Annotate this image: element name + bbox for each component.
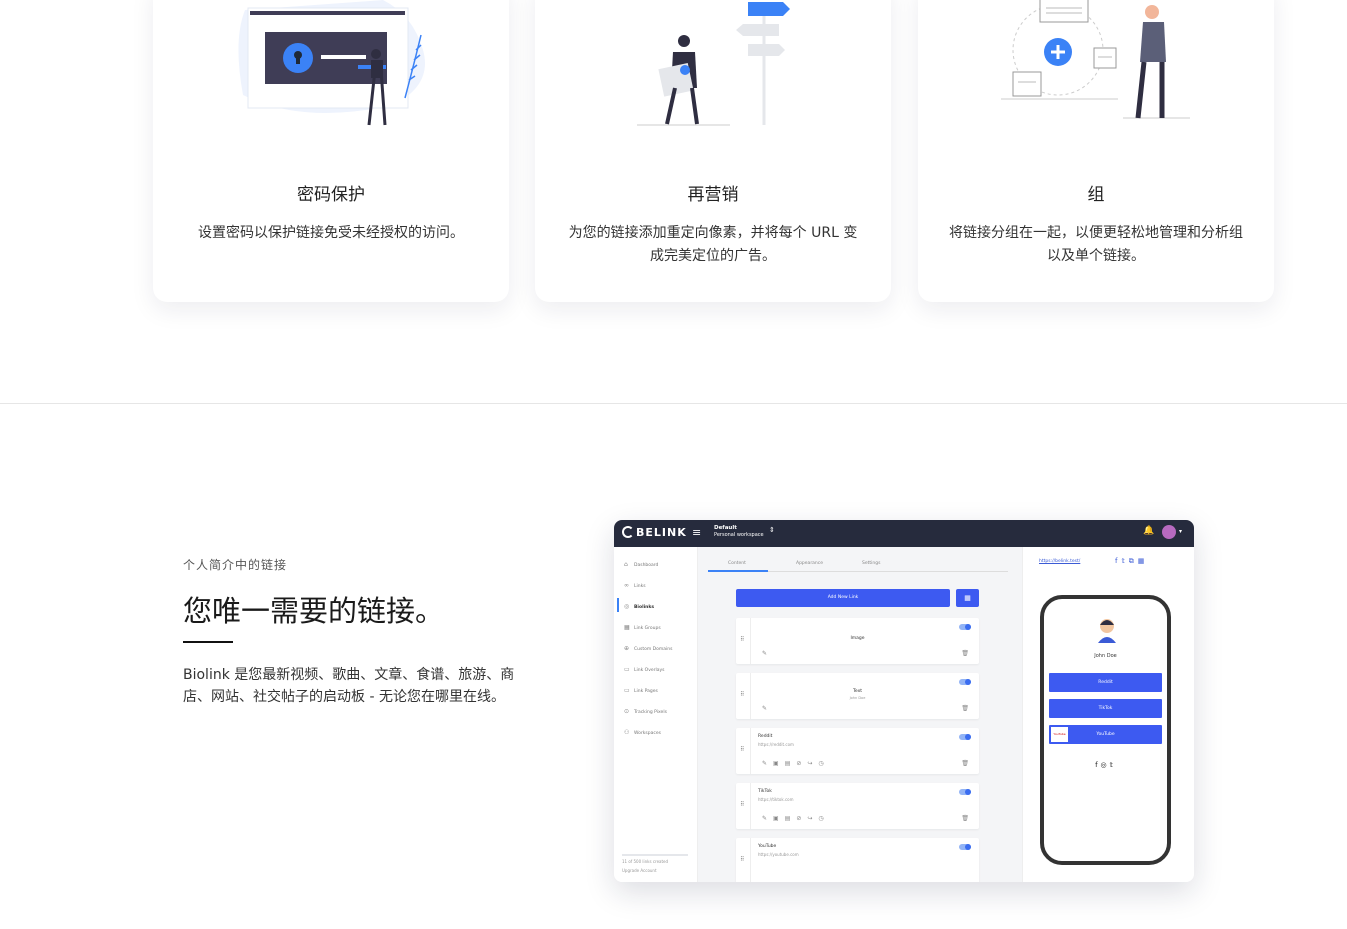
link-card-reddit[interactable]: ⠿ Reddit https://reddit.com ✎▣▤⊘↪◷ 🗑 (736, 728, 979, 774)
app-topbar: BELINK ≡ Default Personal workspace ⇕ 🔔 ▾ (614, 520, 1194, 547)
link-toggle[interactable] (959, 734, 971, 740)
drag-handle-icon[interactable]: ⠿ (740, 691, 744, 698)
link-toggle[interactable] (959, 789, 971, 795)
feature-title: 再营销 (687, 185, 739, 205)
feature-description: 为您的链接添加重定向像素，并将每个 URL 变成完美定位的广告。 (568, 225, 858, 264)
sidebar-item-link-pages[interactable]: ▭ Link Pages (624, 687, 658, 694)
preview-url[interactable]: https://belink.test/ (1039, 559, 1080, 564)
sidebar-item-biolinks[interactable]: ◎ Biolinks (624, 603, 654, 610)
link-toggle[interactable] (959, 844, 971, 850)
link-card-youtube[interactable]: ⠿ YouTube https://youtube.com (736, 838, 979, 882)
sidebar-footer: 11 of 500 links created Upgrade Account (622, 859, 669, 875)
app-main: Content Appearance Settings Add New Link… (698, 547, 1022, 882)
phone-preview: John Doe Reddit TikTok YouTube YouTube f… (1040, 595, 1171, 865)
chevron-down-icon: ▾ (1179, 528, 1183, 535)
chevron-updown-icon: ⇕ (769, 526, 775, 534)
trash-icon[interactable]: 🗑 (961, 760, 969, 767)
trash-icon[interactable]: 🗑 (961, 650, 969, 657)
globe-icon: ⊕ (624, 645, 630, 652)
feature-description: 将链接分组在一起，以便更轻松地管理和分析组以及单个链接。 (949, 225, 1243, 264)
profile-social-icons[interactable]: f◎𝕥 (1044, 761, 1167, 769)
signpost-illustration (637, 2, 790, 126)
preview-button-youtube[interactable]: YouTube YouTube (1049, 725, 1162, 744)
feature-title: 组 (1087, 185, 1105, 205)
layers-icon: ▭ (624, 666, 630, 673)
preview-button-tiktok[interactable]: TikTok (1049, 699, 1162, 718)
usage-progress (622, 854, 688, 856)
upgrade-link[interactable]: Upgrade Account (622, 866, 668, 875)
grid-icon: ▦ (624, 624, 630, 631)
sidebar-item-dashboard[interactable]: ⌂ Dashboard (624, 561, 658, 568)
app-sidebar: ⌂ Dashboard ∞ Links ◎ Biolinks ▦ Link Groups… (614, 547, 698, 882)
feature-title: 密码保护 (297, 185, 365, 205)
tab-content[interactable]: Content (728, 561, 746, 566)
active-tab-indicator (708, 570, 768, 572)
password-illustration (238, 0, 425, 126)
link-tools[interactable]: ✎▣▤⊘↪◷ (762, 815, 830, 822)
trash-icon[interactable]: 🗑 (961, 815, 969, 822)
edit-icon[interactable]: ✎ (762, 705, 773, 712)
bell-icon[interactable]: 🔔 (1143, 526, 1154, 536)
link-icon: ∞ (624, 582, 629, 589)
sidebar-item-custom-domains[interactable]: ⊕ Custom Domains (624, 645, 672, 652)
home-icon: ⌂ (624, 561, 628, 568)
page-icon: ▭ (624, 687, 630, 694)
groups-illustration (1001, 0, 1190, 119)
section-eyebrow: 个人简介中的链接 (183, 558, 288, 572)
feature-card-password: 密码保护 设置密码以保护链接免受未经授权的访问。 (153, 0, 509, 302)
logo-icon (622, 526, 634, 538)
drag-handle-icon[interactable]: ⠿ (740, 746, 744, 753)
trash-icon[interactable]: 🗑 (961, 705, 969, 712)
drag-handle-icon[interactable]: ⠿ (740, 801, 744, 808)
link-card-image[interactable]: ⠿ Image ✎ 🗑 (736, 618, 979, 664)
avatar[interactable] (1162, 525, 1176, 539)
preview-button-reddit[interactable]: Reddit (1049, 673, 1162, 692)
sidebar-item-links[interactable]: ∞ Links (624, 582, 646, 589)
active-indicator (617, 598, 619, 612)
preview-panel: https://belink.test/ f𝕥⧉▦ John Doe Reddi… (1022, 547, 1194, 882)
feature-card-retargeting: 再营销 为您的链接添加重定向像素，并将每个 URL 变成完美定位的广告。 (535, 0, 891, 302)
app-logo: BELINK (622, 526, 687, 539)
qr-code-button[interactable]: ▦ (956, 589, 979, 607)
youtube-thumbnail: YouTube (1051, 727, 1068, 742)
link-toggle[interactable] (959, 679, 971, 685)
sidebar-item-link-groups[interactable]: ▦ Link Groups (624, 624, 661, 631)
section-divider (0, 403, 1347, 404)
workspace-switcher[interactable]: Default Personal workspace (714, 525, 764, 539)
add-new-link-button[interactable]: Add New Link (736, 589, 950, 607)
drag-handle-icon[interactable]: ⠿ (740, 636, 744, 643)
hamburger-icon[interactable]: ≡ (692, 526, 701, 539)
app-screenshot: BELINK ≡ Default Personal workspace ⇕ 🔔 ▾… (614, 520, 1194, 882)
feature-description: 设置密码以保护链接免受未经授权的访问。 (198, 225, 464, 241)
heading-underline (183, 641, 233, 643)
sidebar-item-tracking-pixels[interactable]: ⊙ Tracking Pixels (624, 708, 667, 715)
tab-appearance[interactable]: Appearance (796, 561, 823, 566)
drag-handle-icon[interactable]: ⠿ (740, 856, 744, 863)
edit-icon[interactable]: ✎ (762, 650, 773, 657)
instagram-icon: ◎ (624, 603, 630, 610)
link-card-tiktok[interactable]: ⠿ TikTok https://tiktok.com ✎▣▤⊘↪◷ 🗑 (736, 783, 979, 829)
feature-card-groups: 组 将链接分组在一起，以便更轻松地管理和分析组以及单个链接。 (918, 0, 1274, 302)
link-tools[interactable]: ✎▣▤⊘↪◷ (762, 760, 830, 767)
link-toggle[interactable] (959, 624, 971, 630)
link-card-text[interactable]: ⠿ Text John Doe ✎ 🗑 (736, 673, 979, 719)
section-paragraph: Biolink 是您最新视频、歌曲、文章、食谱、旅游、商店、网站、社交帖子的启动… (183, 667, 515, 705)
sidebar-item-link-overlays[interactable]: ▭ Link Overlays (624, 666, 665, 673)
users-icon: ⚇ (624, 729, 630, 736)
profile-name: John Doe (1094, 653, 1117, 659)
share-icons[interactable]: f𝕥⧉▦ (1115, 557, 1148, 566)
section-heading: 您唯一需要的链接。 (183, 594, 445, 628)
tab-settings[interactable]: Settings (862, 561, 880, 566)
sidebar-item-workspaces[interactable]: ⚇ Workspaces (624, 729, 661, 736)
pin-icon: ⊙ (624, 708, 630, 715)
profile-avatar (1098, 619, 1116, 643)
